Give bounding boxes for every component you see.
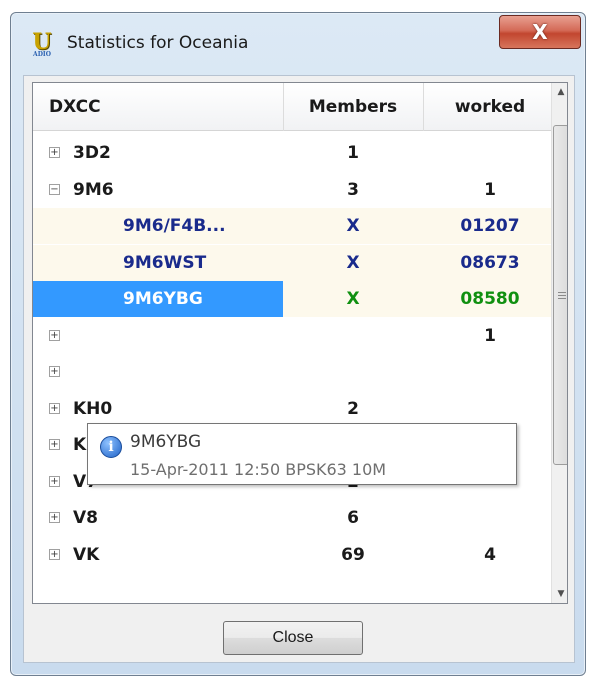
expand-icon[interactable]: + bbox=[49, 329, 60, 341]
scroll-thumb[interactable] bbox=[553, 125, 567, 465]
expand-icon[interactable]: + bbox=[49, 475, 60, 487]
expand-icon[interactable]: + bbox=[49, 512, 60, 523]
expand-icon[interactable]: + bbox=[49, 366, 60, 377]
dxcc-cell: VK bbox=[73, 544, 100, 565]
expand-icon[interactable]: + bbox=[49, 147, 60, 158]
dxcc-cell: 3D2 bbox=[73, 143, 111, 163]
vertical-scrollbar[interactable]: ▲ ▼ bbox=[551, 83, 567, 603]
scroll-grip-icon bbox=[558, 295, 566, 296]
worked-cell: 08673 bbox=[460, 252, 520, 273]
worked-cell: 4 bbox=[484, 544, 496, 565]
info-icon: i bbox=[100, 436, 122, 458]
app-icon-sub: ADIO bbox=[33, 51, 51, 58]
worked-cell: 01207 bbox=[460, 216, 520, 236]
window-title: Statistics for Oceania bbox=[67, 33, 249, 53]
tooltip-body: 15-Apr-2011 12:50 BPSK63 10M bbox=[130, 460, 387, 479]
window-close-button[interactable]: X bbox=[499, 15, 581, 49]
dialog-client-area: DXCC Members worked +3D2 1 − 9M6 3 1 9M6/F4B..… bbox=[23, 75, 575, 663]
tree-child-row[interactable]: 9M6WST X 08673 bbox=[33, 244, 567, 281]
tree-child-row[interactable]: 9M6YBG X 08580 bbox=[33, 281, 567, 317]
scroll-grip-icon bbox=[558, 298, 566, 299]
members-cell: X bbox=[346, 216, 360, 236]
close-button[interactable]: Close bbox=[223, 621, 363, 655]
scroll-grip-icon bbox=[558, 292, 566, 293]
members-cell: 6 bbox=[347, 508, 359, 528]
app-icon: U ADIO bbox=[29, 31, 55, 58]
collapse-icon[interactable]: − bbox=[49, 183, 60, 195]
title-bar[interactable]: U ADIO Statistics for Oceania X bbox=[11, 13, 585, 65]
row-tooltip: i 9M6YBG 15-Apr-2011 12:50 BPSK63 10M bbox=[87, 423, 517, 485]
members-cell: X bbox=[346, 252, 360, 273]
expand-icon[interactable]: + bbox=[49, 402, 60, 414]
dxcc-cell: 9M6WST bbox=[123, 252, 207, 273]
column-header-members[interactable]: Members bbox=[283, 97, 423, 117]
tree-child-row[interactable]: 9M6/F4B... X 01207 bbox=[33, 208, 567, 244]
tree-row[interactable]: − 9M6 3 1 bbox=[33, 172, 567, 208]
tree-row[interactable]: + bbox=[33, 354, 567, 390]
dxcc-cell: 9M6YBG bbox=[123, 289, 203, 309]
worked-cell: 1 bbox=[484, 179, 496, 200]
grid-header: DXCC Members worked bbox=[33, 83, 567, 131]
expand-icon[interactable]: + bbox=[49, 439, 60, 450]
tree-row[interactable]: + KH0 2 bbox=[33, 391, 567, 427]
dxcc-cell: 9M6 bbox=[73, 179, 114, 200]
members-cell: X bbox=[346, 289, 360, 309]
expand-icon[interactable]: + bbox=[49, 548, 60, 560]
column-header-dxcc[interactable]: DXCC bbox=[49, 97, 101, 117]
members-cell: 1 bbox=[347, 143, 359, 163]
statistics-window: U ADIO Statistics for Oceania X DXCC Mem… bbox=[10, 12, 586, 676]
tree-row[interactable]: +1 bbox=[33, 318, 567, 354]
members-cell: 3 bbox=[347, 179, 359, 200]
worked-cell: 1 bbox=[484, 325, 496, 346]
scroll-up-icon[interactable]: ▲ bbox=[552, 83, 567, 101]
scroll-down-icon[interactable]: ▼ bbox=[552, 585, 567, 603]
statistics-tree-grid[interactable]: DXCC Members worked +3D2 1 − 9M6 3 1 9M6/F4B..… bbox=[32, 82, 568, 604]
dxcc-cell: V8 bbox=[73, 508, 98, 528]
worked-cell: 08580 bbox=[460, 289, 520, 309]
tree-row[interactable]: + V8 6 bbox=[33, 500, 567, 536]
column-header-worked[interactable]: worked bbox=[421, 97, 559, 117]
tree-row[interactable]: +3D2 1 bbox=[33, 135, 567, 171]
tooltip-title: 9M6YBG bbox=[130, 432, 202, 452]
members-cell: 2 bbox=[347, 398, 359, 419]
dxcc-cell: KH0 bbox=[73, 398, 113, 419]
tree-row[interactable]: + VK 69 4 bbox=[33, 537, 567, 573]
members-cell: 69 bbox=[341, 544, 365, 565]
dxcc-cell: 9M6/F4B... bbox=[123, 216, 226, 236]
